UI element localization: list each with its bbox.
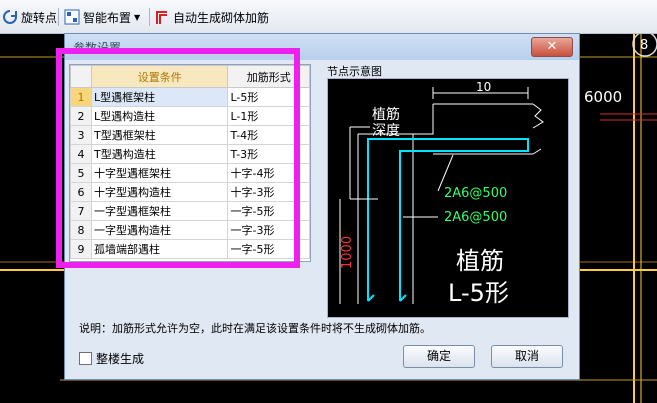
rebar-label-1: 2A6@500 — [444, 186, 507, 201]
whole-floor-checkbox[interactable]: 整楼生成 — [79, 350, 144, 367]
chevron-down-icon[interactable]: ▼ — [134, 13, 140, 22]
dimension-6000: 6000 — [584, 88, 622, 106]
auto-masonry-rebar-label: 自动生成砌体加筋 — [173, 10, 270, 25]
toolbar-separator — [58, 8, 59, 26]
toolbar-separator — [149, 8, 150, 26]
smart-layout-icon — [64, 9, 80, 25]
ok-button[interactable]: 确定 — [403, 345, 475, 368]
close-button[interactable]: ✕ — [531, 37, 573, 57]
embed-label-1: 植筋 — [372, 106, 400, 123]
dim-left: 1000 — [340, 236, 355, 269]
rotate-point-label: 旋转点 — [21, 10, 58, 25]
break-line — [532, 103, 544, 155]
rebar-label-2: 2A6@500 — [444, 210, 507, 225]
diagram-caption-2: L-5形 — [448, 279, 509, 307]
auto-masonry-rebar-button[interactable]: 自动生成砌体加筋 — [154, 7, 269, 27]
diagram-caption-1: 植筋 — [456, 247, 504, 275]
rotate-point-icon — [3, 10, 17, 24]
dim-top: 10 — [476, 80, 491, 94]
auto-masonry-rebar-icon — [156, 11, 167, 24]
node-diagram: 10 植筋 深度 2A6@500 2A6@500 1000 植筋 L-5形 — [327, 78, 569, 318]
rotate-point-button[interactable]: 旋转点 — [2, 7, 57, 27]
highlight-box — [56, 48, 300, 268]
whole-floor-label: 整楼生成 — [96, 352, 145, 366]
checkbox-box[interactable] — [79, 352, 92, 365]
close-icon: ✕ — [546, 39, 558, 54]
cancel-button[interactable]: 取消 — [491, 345, 563, 368]
node-diagram-label: 节点示意图 — [327, 65, 382, 78]
embed-label-2: 深度 — [372, 123, 400, 139]
rebar-diagram: 10 植筋 深度 2A6@500 2A6@500 1000 植筋 L-5形 — [339, 80, 544, 307]
note-text: 说明：加筋形式允许为空，此时在满足该设置条件时将不生成砌体加筋。 — [79, 322, 431, 335]
smart-layout-label: 智能布置 — [83, 10, 132, 25]
axis-label-8: 8 — [640, 38, 648, 53]
smart-layout-button[interactable]: 智能布置 ▼ — [64, 7, 140, 27]
top-toolbar: 旋转点 智能布置 ▼ 自动生成砌体加筋 — [0, 0, 657, 34]
